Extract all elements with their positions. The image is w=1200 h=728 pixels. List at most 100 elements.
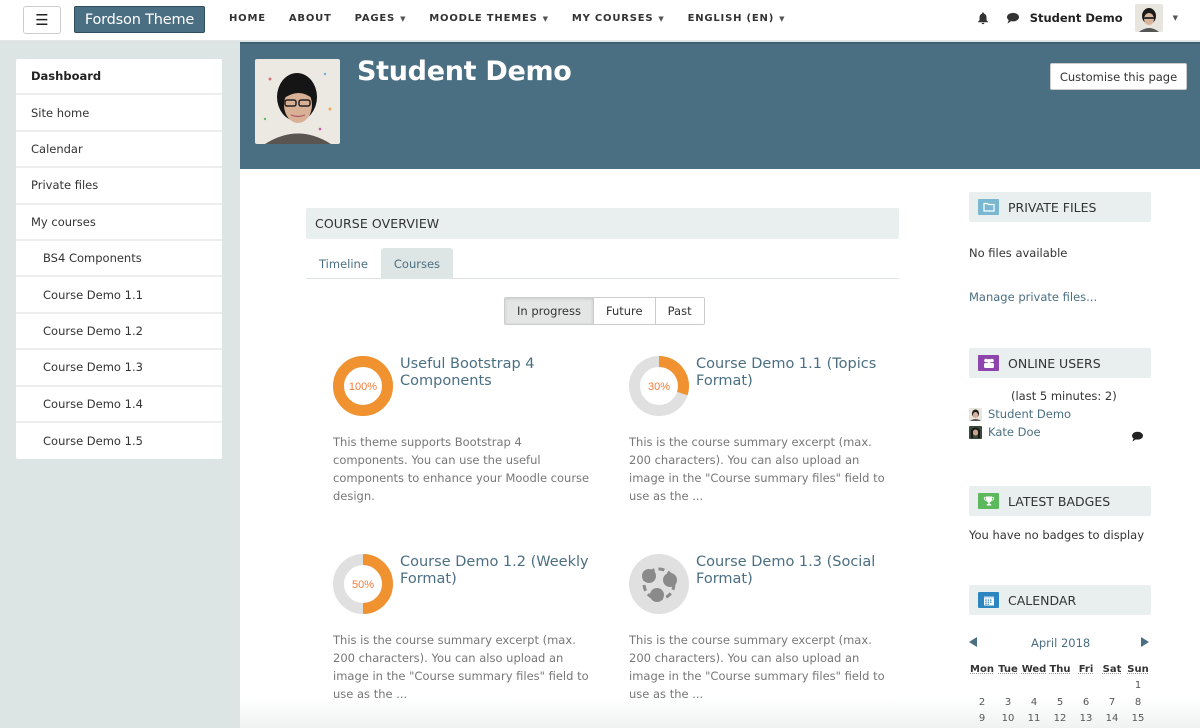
sidebar-item-bs4-components[interactable]: BS4 Components	[16, 241, 222, 278]
nav-link-my-courses[interactable]: MY COURSES ▼	[572, 13, 665, 24]
calendar-day[interactable]: 2	[969, 697, 995, 708]
brand-logo[interactable]: Fordson Theme	[74, 6, 205, 33]
nav-links: HOME ABOUT PAGES ▼ MOODLE THEMES ▼ MY COUR…	[229, 0, 808, 36]
calendar-day[interactable]: 12	[1047, 713, 1073, 724]
weekday-label: Sat	[1102, 663, 1122, 675]
calendar-day[interactable]: 1	[1125, 680, 1151, 691]
user-name[interactable]: Student Demo	[1030, 11, 1123, 25]
course-title-link[interactable]: Course Demo 1.3 (Social Format)	[696, 554, 906, 587]
send-message-icon[interactable]	[1131, 431, 1144, 442]
calendar-month-label[interactable]: April 2018	[1031, 636, 1090, 650]
chevron-down-icon[interactable]: ▼	[1173, 14, 1178, 22]
sidebar-item-course-demo-1-1[interactable]: Course Demo 1.1	[16, 277, 222, 314]
customise-page-button[interactable]: Customise this page	[1050, 63, 1187, 90]
trophy-icon	[978, 493, 999, 509]
calendar-week-row: 1	[969, 678, 1151, 695]
weekday-label: Mon	[970, 663, 994, 675]
tab-timeline[interactable]: Timeline	[306, 248, 381, 279]
filter-in-progress-button[interactable]: In progress	[505, 298, 594, 324]
calendar-day[interactable]: 11	[1021, 713, 1047, 724]
weekday-label: Sun	[1127, 663, 1149, 675]
nav-link-pages[interactable]: PAGES ▼	[355, 13, 407, 24]
calendar-day[interactable]: 3	[995, 697, 1021, 708]
chat-bubble-icon[interactable]	[1006, 12, 1020, 24]
sidebar-item-site-home[interactable]: Site home	[16, 95, 222, 132]
bell-icon[interactable]	[976, 11, 990, 25]
sidebar-item-course-demo-1-4[interactable]: Course Demo 1.4	[16, 387, 222, 423]
chevron-down-icon: ▼	[658, 14, 665, 23]
page-title: Student Demo	[357, 56, 572, 87]
course-overview-header: COURSE OVERVIEW	[306, 208, 899, 239]
course-title-link[interactable]: Course Demo 1.1 (Topics Format)	[696, 356, 906, 389]
menu-toggle-button[interactable]: ☰	[23, 6, 61, 34]
calendar-prev-month-icon[interactable]	[969, 637, 977, 647]
weekday-label: Wed	[1021, 663, 1047, 675]
weekday-label: Tue	[998, 663, 1018, 675]
calendar-day[interactable]: 5	[1047, 697, 1073, 708]
calendar-day[interactable]: 7	[1099, 697, 1125, 708]
sidebar-item-course-demo-1-2[interactable]: Course Demo 1.2	[16, 314, 222, 351]
calendar-weekday-row: Mon Tue Wed Thu Fri Sat Sun	[969, 661, 1151, 678]
calendar-day[interactable]: 10	[995, 713, 1021, 724]
calendar-day[interactable]: 6	[1073, 697, 1099, 708]
sidebar-item-dashboard[interactable]: Dashboard	[16, 59, 222, 96]
nav-user-area: Student Demo ▼	[976, 0, 1200, 36]
course-title-link[interactable]: Course Demo 1.2 (Weekly Format)	[400, 554, 610, 587]
chevron-down-icon: ▼	[542, 14, 549, 23]
folder-icon	[978, 199, 999, 215]
course-summary: This is the course summary excerpt (max.…	[333, 633, 589, 701]
chevron-down-icon: ▼	[400, 14, 407, 23]
avatar[interactable]	[1134, 4, 1163, 32]
filter-future-button[interactable]: Future	[593, 298, 656, 324]
manage-private-files-link[interactable]: Manage private files...	[969, 290, 1097, 304]
online-user-item[interactable]: Student Demo	[969, 407, 1071, 421]
progress-label: 30%	[648, 381, 670, 393]
tab-courses[interactable]: Courses	[380, 248, 454, 279]
calendar-day[interactable]: 15	[1125, 713, 1151, 724]
social-course-icon	[629, 554, 689, 614]
nav-link-moodle-themes[interactable]: MOODLE THEMES ▼	[429, 13, 549, 24]
calendar-next-month-icon[interactable]	[1141, 637, 1149, 647]
no-badges-text: You have no badges to display	[969, 528, 1145, 542]
course-filter-group: In progress Future Past	[504, 297, 705, 325]
online-users-subtitle: (last 5 minutes: 2)	[1011, 389, 1117, 403]
course-summary: This is the course summary excerpt (max.…	[629, 435, 885, 503]
sidebar-item-course-demo-1-5[interactable]: Course Demo 1.5	[16, 423, 222, 459]
course-summary: This is the course summary excerpt (max.…	[629, 633, 885, 701]
block-online-users-header: ONLINE USERS	[969, 348, 1151, 378]
nav-link-about[interactable]: ABOUT	[289, 13, 332, 24]
calendar-day[interactable]: 14	[1099, 713, 1125, 724]
calendar-day[interactable]: 9	[969, 713, 995, 724]
progress-label: 100%	[349, 381, 377, 393]
nav-link-home[interactable]: HOME	[229, 13, 266, 24]
calendar-grid: Mon Tue Wed Thu Fri Sat Sun 1 2 3 4 5 6 …	[969, 661, 1151, 727]
progress-label: 50%	[352, 579, 374, 591]
calendar-day[interactable]: 13	[1073, 713, 1099, 724]
course-summary: This theme supports Bootstrap 4 componen…	[333, 435, 590, 503]
nav-link-language[interactable]: ENGLISH (EN) ▼	[688, 13, 786, 24]
weekday-label: Fri	[1078, 663, 1094, 675]
progress-chart: 30%	[629, 356, 689, 416]
filter-past-button[interactable]: Past	[655, 298, 704, 324]
course-overview-tabs: Timeline Courses	[306, 248, 899, 279]
online-user-item[interactable]: Kate Doe	[969, 425, 1041, 439]
calendar-icon	[978, 592, 999, 608]
sidebar-item-course-demo-1-3[interactable]: Course Demo 1.3	[16, 350, 222, 387]
no-files-text: No files available	[969, 246, 1068, 260]
weekday-label: Thu	[1049, 663, 1071, 675]
hamburger-icon: ☰	[35, 11, 49, 29]
course-title-link[interactable]: Useful Bootstrap 4 Components	[400, 356, 610, 389]
sidebar-item-my-courses[interactable]: My courses	[16, 205, 222, 241]
profile-picture	[255, 59, 340, 144]
calendar-day[interactable]: 4	[1021, 697, 1047, 708]
calendar-week-row: 9 10 11 12 13 14 15	[969, 711, 1151, 728]
sidebar-item-private-files[interactable]: Private files	[16, 168, 222, 205]
sidebar-item-calendar[interactable]: Calendar	[16, 132, 222, 169]
progress-chart: 50%	[333, 554, 393, 614]
calendar-week-row: 2 3 4 5 6 7 8	[969, 694, 1151, 711]
block-private-files-header: PRIVATE FILES	[969, 192, 1151, 222]
progress-chart: 100%	[333, 356, 393, 416]
page-header: Student Demo Customise this page	[240, 42, 1200, 169]
calendar-day[interactable]: 8	[1125, 697, 1151, 708]
chevron-down-icon: ▼	[779, 14, 786, 23]
